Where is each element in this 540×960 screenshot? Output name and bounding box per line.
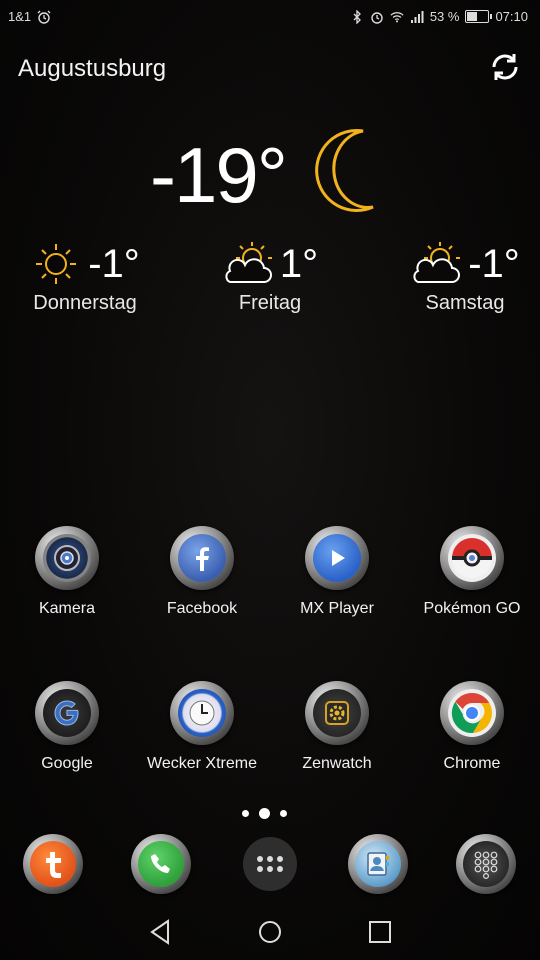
sun-cloud-icon	[413, 242, 461, 283]
app-wecker-xtreme[interactable]: Wecker Xtreme	[137, 681, 267, 773]
phone-icon	[151, 854, 170, 873]
forecast-day-3: -1° Samstag	[380, 240, 540, 315]
page-indicator	[242, 808, 287, 819]
forecast-day-label: Samstag	[425, 292, 505, 314]
refresh-icon[interactable]	[488, 50, 522, 84]
status-bar: 1&1 53 % 07:10	[0, 0, 540, 34]
page-dot	[280, 810, 287, 817]
app-drawer-icon	[257, 856, 283, 872]
app-label: Chrome	[443, 755, 501, 772]
app-mx-player[interactable]: MX Player	[272, 526, 402, 618]
chrome-icon	[451, 692, 492, 734]
play-icon	[332, 550, 345, 566]
app-chrome[interactable]: Chrome	[407, 681, 537, 773]
clock-icon	[189, 700, 215, 726]
app-label: Wecker Xtreme	[147, 755, 257, 772]
page-dot	[242, 810, 249, 817]
wifi-icon	[390, 11, 404, 22]
dialpad-icon	[474, 851, 498, 879]
app-pokemon-go[interactable]: Pokémon GO	[407, 526, 537, 618]
dock-dialpad[interactable]	[436, 834, 536, 894]
facebook-icon	[196, 547, 209, 571]
signal-icon	[410, 10, 424, 23]
weather-location[interactable]: Augustusburg	[18, 55, 166, 83]
page-dot-active	[259, 808, 270, 819]
forecast-temp: -1°	[88, 241, 140, 286]
navigation-bar	[0, 904, 540, 960]
sun-cloud-icon	[225, 242, 272, 283]
app-label: Pokémon GO	[423, 600, 521, 617]
dock-app-t[interactable]	[3, 834, 103, 894]
app-label: Kamera	[38, 600, 96, 617]
app-label: Facebook	[166, 600, 238, 617]
t-app-icon	[46, 852, 61, 878]
camera-icon	[54, 545, 80, 571]
dock-contacts[interactable]	[328, 834, 428, 894]
forecast-temp: -1°	[468, 241, 520, 286]
forecast-day-label: Freitag	[238, 292, 302, 314]
app-label: Zenwatch	[302, 755, 372, 772]
app-label: MX Player	[300, 600, 374, 617]
back-button[interactable]	[146, 918, 174, 946]
alarm-status-icon	[371, 11, 383, 24]
pokeball-icon	[452, 538, 492, 578]
google-icon	[54, 700, 79, 726]
app-zenwatch[interactable]: Zenwatch	[272, 681, 402, 773]
battery-icon	[465, 10, 493, 23]
forecast-temp: 1°	[279, 241, 319, 286]
battery-percent: 53 %	[429, 9, 460, 24]
forecast-day-2: 1° Freitag	[185, 240, 355, 315]
home-button[interactable]	[256, 918, 284, 946]
clock: 07:10	[495, 9, 528, 24]
sun-icon	[36, 244, 77, 284]
app-label: Google	[41, 755, 93, 772]
dock-phone[interactable]	[111, 834, 211, 894]
bluetooth-icon	[353, 9, 361, 24]
dock-app-drawer[interactable]	[220, 834, 320, 894]
current-temperature: -19°	[150, 131, 288, 219]
carrier-label: 1&1	[8, 9, 32, 24]
forecast-day-label: Donnerstag	[33, 292, 137, 314]
contacts-icon	[367, 852, 389, 876]
recents-button[interactable]	[366, 918, 394, 946]
watch-gear-icon	[325, 701, 349, 725]
moon-icon	[315, 129, 374, 212]
app-kamera[interactable]: Kamera	[2, 526, 132, 618]
app-facebook[interactable]: Facebook	[137, 526, 267, 618]
app-google[interactable]: Google	[2, 681, 132, 773]
alarm-icon	[37, 10, 51, 24]
forecast-day-1: -1° Donnerstag	[0, 240, 170, 315]
